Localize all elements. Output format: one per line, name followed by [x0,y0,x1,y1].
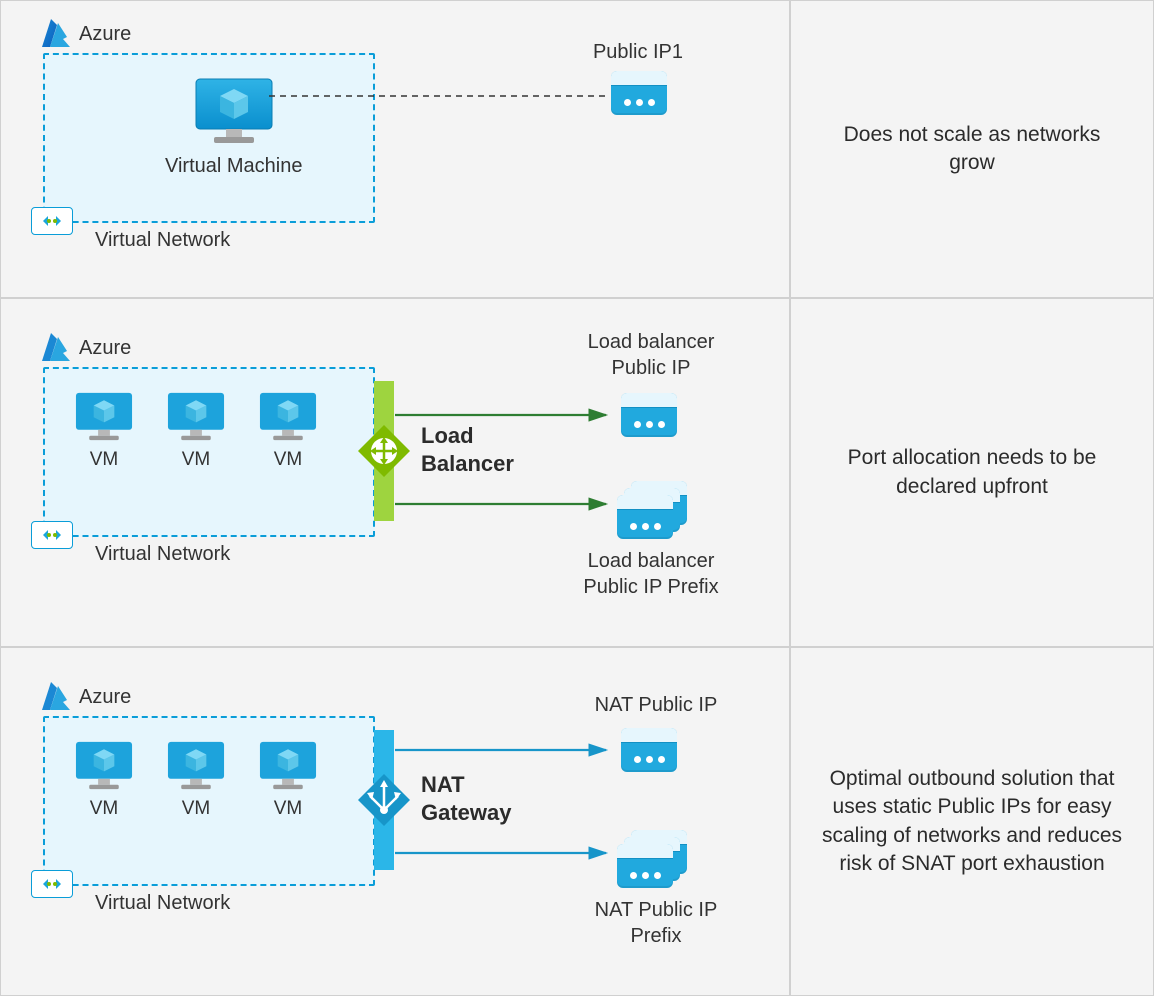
vm-monitor-icon [165,740,227,794]
vm-label: VM [73,798,135,820]
vm-monitor-icon [165,391,227,445]
virtual-network-icon [31,521,73,549]
virtual-network-box: Virtual Machine [43,53,375,223]
vm-monitor-icon [257,740,319,794]
vm-label: VM [257,798,319,820]
lb-public-ip-icon [621,393,677,437]
vm-1: VM [73,740,135,820]
description-text: Optimal outbound solution that uses stat… [821,765,1123,878]
vm-monitor-icon [257,391,319,445]
scenario-nat-gateway: Azure Virtual Network [0,647,790,996]
azure-logo-icon [39,331,73,365]
virtual-machine: Virtual Machine [165,77,302,178]
azure-label: Azure [79,23,131,46]
load-balancer-label: Load Balancer [421,422,514,477]
vm-monitor-icon [192,77,276,149]
scenario-load-balancer: Azure Virtual Network [0,298,790,647]
vnet-caption: Virtual Network [95,892,230,915]
azure-label: Azure [79,337,131,360]
vm-1: VM [73,391,135,471]
scenario-vm-direct-ip: Azure [0,0,790,298]
virtual-network-icon [31,870,73,898]
azure-header: Azure [39,680,131,714]
description-cell-2: Port allocation needs to be declared upf… [790,298,1154,647]
nat-gateway-label: NAT Gateway [421,771,512,826]
azure-header: Azure [39,17,131,51]
virtual-network-icon [31,207,73,235]
load-balancer-icon [358,381,428,521]
description-text: Port allocation needs to be declared upf… [821,444,1123,501]
nat-public-ip-prefix-icon [617,830,689,890]
vm-2: VM [165,391,227,471]
nat-public-ip-prefix-label: NAT Public IP Prefix [576,897,736,949]
azure-header: Azure [39,331,131,365]
lb-public-ip-label: Load balancer Public IP [566,329,736,381]
lb-public-ip-prefix-label: Load balancer Public IP Prefix [561,548,741,600]
description-text: Does not scale as networks grow [821,121,1123,178]
vm-label: VM [165,449,227,471]
public-ip-label: Public IP1 [583,39,693,65]
lb-public-ip-prefix-icon [617,481,689,541]
vm-3: VM [257,740,319,820]
public-ip-icon [611,71,667,115]
vnet-caption: Virtual Network [95,229,230,252]
vm-label: VM [165,798,227,820]
vnet-caption: Virtual Network [95,543,230,566]
azure-logo-icon [39,680,73,714]
azure-logo-icon [39,17,73,51]
vm-label: VM [257,449,319,471]
nat-public-ip-label: NAT Public IP [576,692,736,718]
nat-gateway-icon [358,730,428,870]
azure-label: Azure [79,686,131,709]
vm-label: Virtual Machine [165,155,302,178]
nat-public-ip-icon [621,728,677,772]
description-cell-1: Does not scale as networks grow [790,0,1154,298]
vm-monitor-icon [73,391,135,445]
description-cell-3: Optimal outbound solution that uses stat… [790,647,1154,996]
vm-3: VM [257,391,319,471]
vm-monitor-icon [73,740,135,794]
vm-2: VM [165,740,227,820]
vm-label: VM [73,449,135,471]
